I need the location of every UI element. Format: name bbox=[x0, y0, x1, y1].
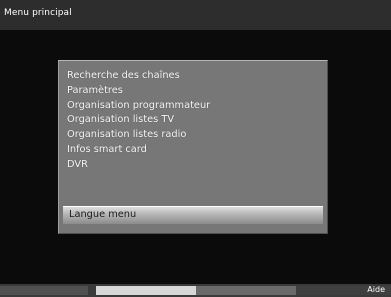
header-bar: Menu principal bbox=[0, 0, 391, 30]
menu-item-organisation-listes-tv[interactable]: Organisation listes TV bbox=[67, 113, 210, 128]
menu-item-organisation-listes-radio[interactable]: Organisation listes radio bbox=[67, 128, 210, 143]
menu-item-dvr[interactable]: DVR bbox=[67, 158, 210, 173]
page-title: Menu principal bbox=[4, 8, 72, 18]
footer-bar: Aide bbox=[0, 284, 391, 297]
help-label[interactable]: Aide bbox=[367, 285, 385, 294]
menu-item-parametres[interactable]: Paramètres bbox=[67, 84, 210, 99]
menu-item-organisation-programmateur[interactable]: Organisation programmateur bbox=[67, 99, 210, 114]
green-key-segment bbox=[96, 286, 196, 295]
selected-item-label: Langue menu bbox=[69, 209, 137, 220]
menu-list: Recherche des chaînes Paramètres Organis… bbox=[67, 69, 210, 173]
menu-item-infos-smart-card[interactable]: Infos smart card bbox=[67, 143, 210, 158]
red-key-segment bbox=[0, 286, 88, 295]
menu-item-recherche-chaines[interactable]: Recherche des chaînes bbox=[67, 69, 210, 84]
main-menu-panel: Recherche des chaînes Paramètres Organis… bbox=[58, 60, 328, 234]
yellow-key-segment bbox=[196, 286, 296, 295]
menu-item-langue-menu[interactable]: Langue menu bbox=[63, 206, 323, 224]
